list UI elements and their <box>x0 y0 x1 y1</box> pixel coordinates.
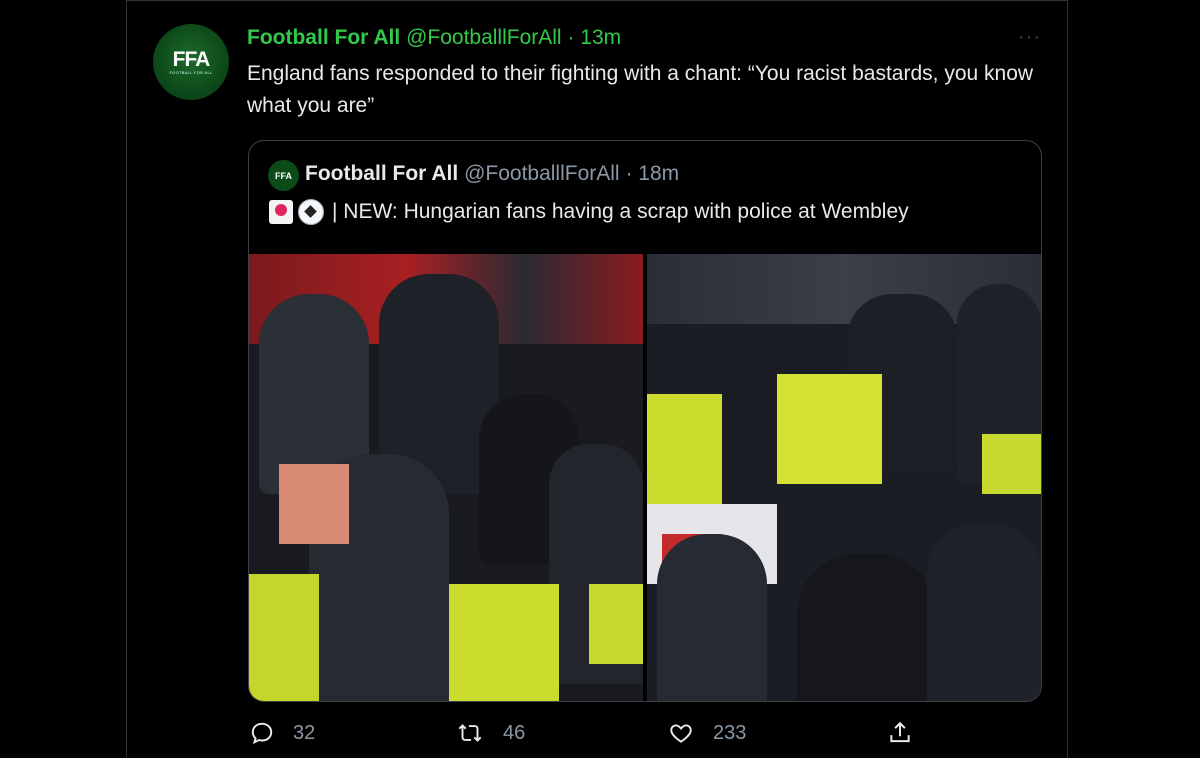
more-dots-icon[interactable]: ··· <box>1018 26 1041 49</box>
avatar[interactable]: FFA FOOTBALL FOR ALL <box>153 24 229 100</box>
quoted-text: | NEW: Hungarian fans having a scrap wit… <box>269 199 909 225</box>
avatar-logo-text: FFA <box>172 47 211 71</box>
photo-fan-figure <box>657 534 767 701</box>
photo-orange-vest <box>279 464 349 544</box>
share-button[interactable] <box>887 720 931 746</box>
photo-police-vest <box>647 394 722 504</box>
quoted-avatar[interactable]: FFA <box>268 160 299 191</box>
photo-police-vest <box>982 434 1041 494</box>
timestamp[interactable]: 13m <box>580 26 621 49</box>
soccer-ball-icon <box>298 199 324 225</box>
reply-count: 32 <box>293 721 316 744</box>
separator: · <box>625 162 633 185</box>
quoted-tweet[interactable]: FFA Football For All @FootballlForAll · … <box>248 140 1042 702</box>
share-icon <box>890 721 910 743</box>
quoted-author-handle[interactable]: @FootballlForAll <box>464 162 620 185</box>
heart-icon <box>670 724 692 743</box>
photo-fan-figure <box>797 554 937 701</box>
photo-fans-and-police-right[interactable] <box>647 254 1041 701</box>
author-name[interactable]: Football For All <box>247 26 400 49</box>
timeline-column: FFA FOOTBALL FOR ALL ··· Football For Al… <box>126 0 1068 758</box>
reply-icon <box>251 722 273 745</box>
quoted-text-body: | NEW: Hungarian fans having a scrap wit… <box>332 200 909 223</box>
police-light-icon <box>269 200 293 224</box>
tweet-text: England fans responded to their fighting… <box>247 62 1034 117</box>
separator: · <box>567 26 575 49</box>
action-bar: 32 46 233 <box>127 720 1067 750</box>
author-handle[interactable]: @FootballlForAll <box>406 26 562 49</box>
photo-police-vest <box>777 374 882 484</box>
photo-police-vest <box>589 584 643 664</box>
like-count: 233 <box>713 721 747 744</box>
like-button[interactable]: 233 <box>667 720 746 746</box>
divider <box>127 0 1067 1</box>
tweet-header: Football For All @FootballlForAll · 13m <box>247 26 621 50</box>
retweet-button[interactable]: 46 <box>455 720 525 746</box>
retweet-icon <box>458 724 482 742</box>
photo-police-vest <box>449 584 559 701</box>
avatar-logo-subtext: FOOTBALL FOR ALL <box>169 69 213 75</box>
reply-button[interactable]: 32 <box>249 720 315 746</box>
photo-police-vest <box>249 574 319 701</box>
quoted-timestamp[interactable]: 18m <box>638 162 679 185</box>
photo-fan-figure <box>927 524 1041 701</box>
retweet-count: 46 <box>503 721 526 744</box>
quoted-author-name[interactable]: Football For All <box>305 162 458 185</box>
quoted-header: Football For All @FootballlForAll · 18m <box>305 162 679 186</box>
photo-fans-and-police-left[interactable] <box>249 254 643 701</box>
